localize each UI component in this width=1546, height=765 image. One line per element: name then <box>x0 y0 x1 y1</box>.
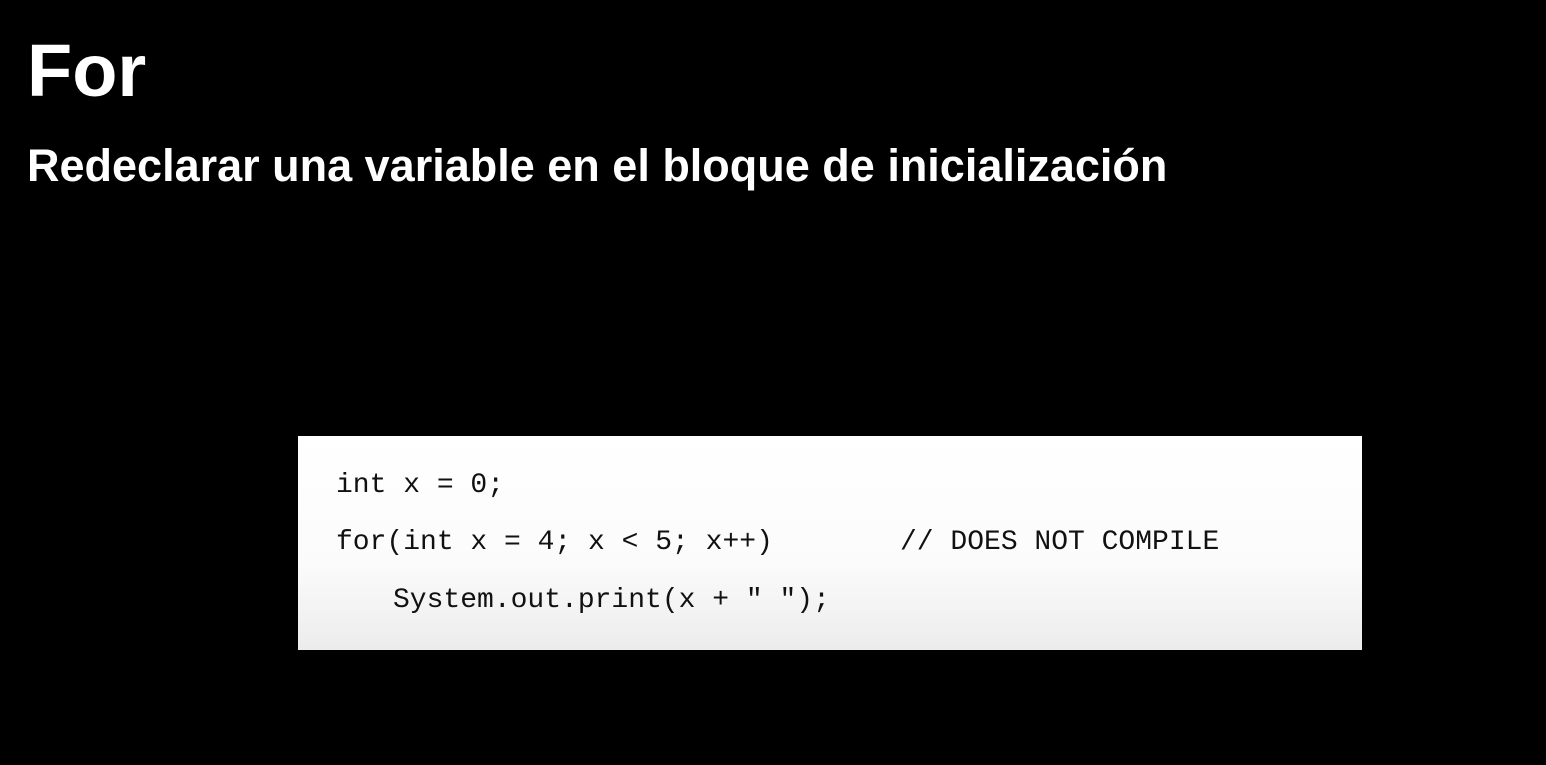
code-line: for(int x = 4; x < 5; x++) <box>336 527 773 558</box>
code-line: int x = 0; <box>336 470 505 501</box>
slide: For Redeclarar una variable en el bloque… <box>0 0 1546 765</box>
code-line: System.out.print(x + " "); <box>393 585 830 616</box>
code-comment: // DOES NOT COMPILE <box>900 527 1220 558</box>
code-snippet: int x = 0; for(int x = 4; x < 5; x++) //… <box>298 436 1362 650</box>
slide-title: For <box>27 29 147 112</box>
slide-subtitle: Redeclarar una variable en el bloque de … <box>27 140 1168 191</box>
